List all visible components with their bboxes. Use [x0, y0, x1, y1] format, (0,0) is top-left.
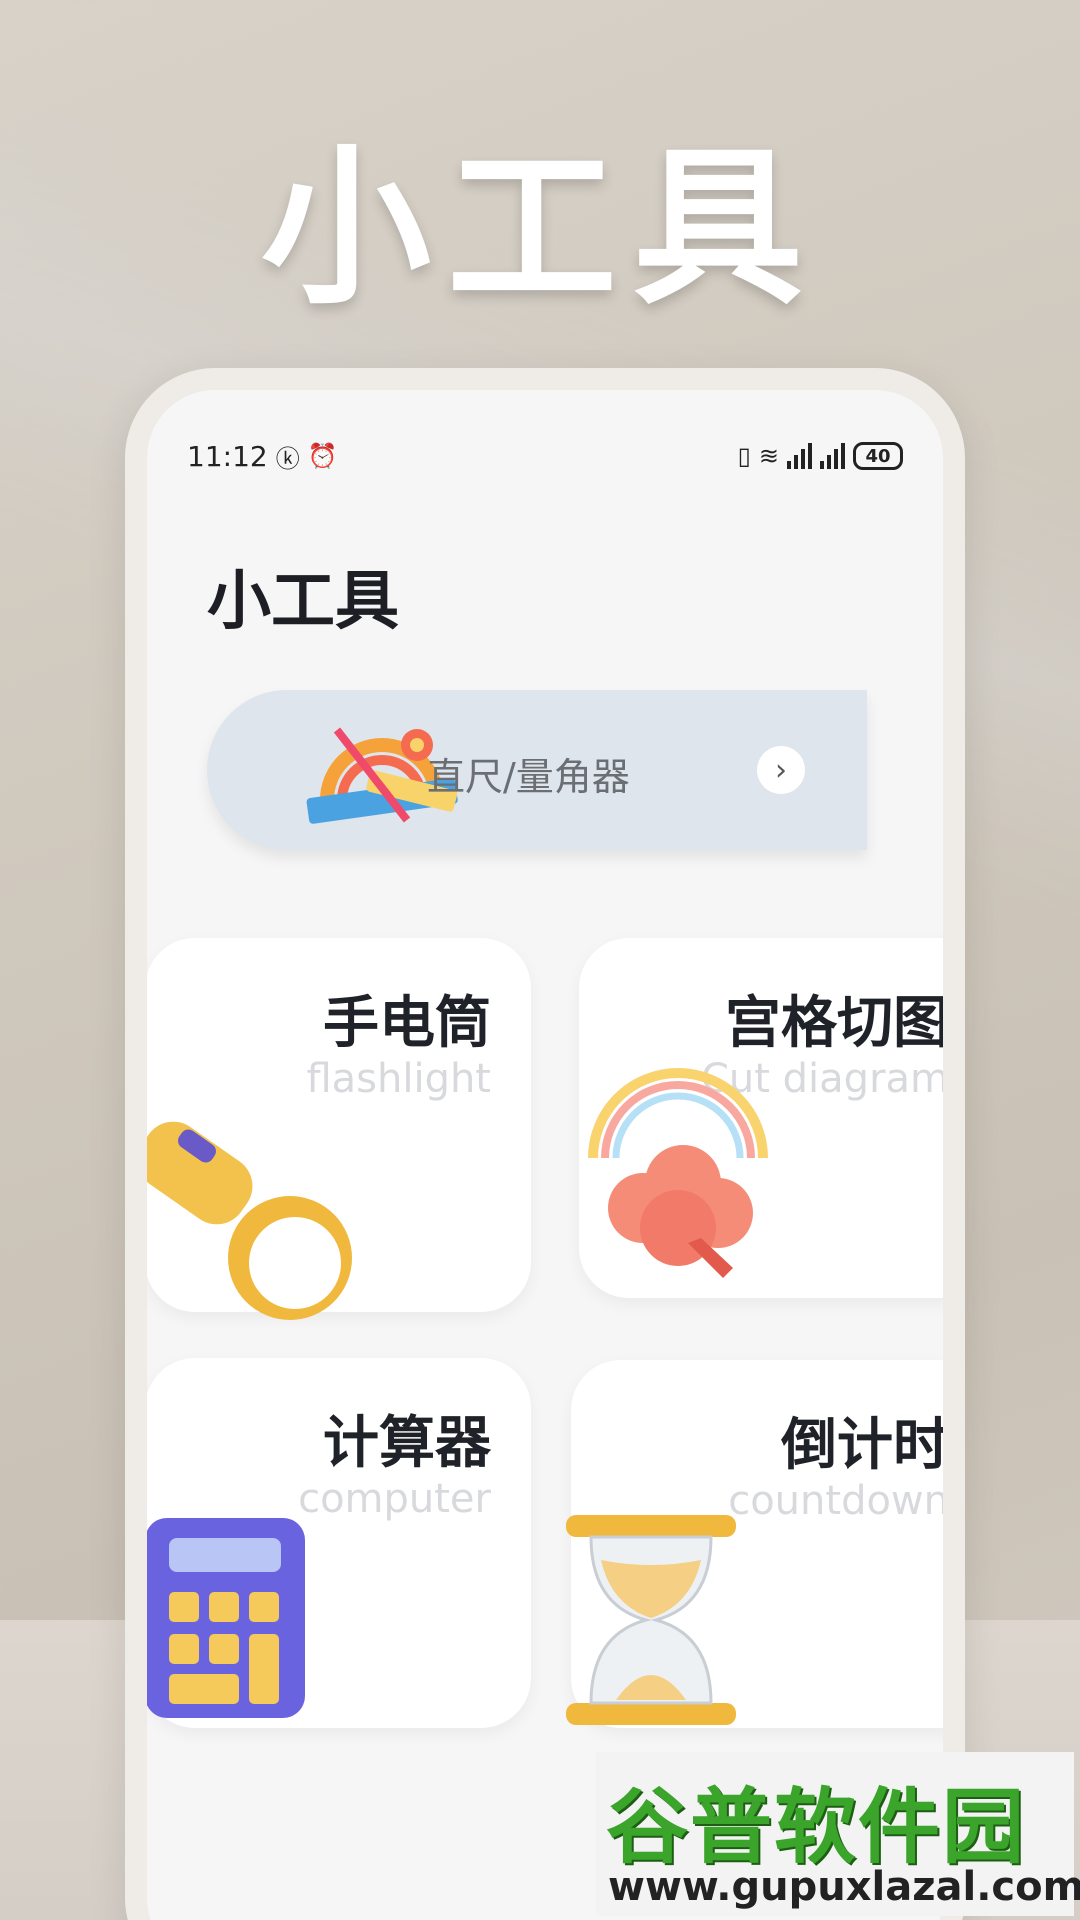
notification-icon: ⓚ — [275, 444, 300, 473]
card-title: 手电筒 — [323, 991, 491, 1056]
watermark-text: 谷普软件园 — [606, 1780, 1027, 1875]
signal-icon-2 — [820, 443, 845, 469]
card-subtitle: computer — [298, 1476, 491, 1522]
calculator-icon — [147, 1518, 305, 1718]
signal-icon — [787, 443, 812, 469]
watermark: 谷普软件园 www.gupuxlazal.com — [596, 1752, 1080, 1916]
card-title: 倒计时 — [781, 1413, 949, 1478]
hero-title: 小工具 — [260, 130, 819, 328]
status-bar: 11:12 ⓚ ⏰ ▯ ≋ 40 — [187, 436, 903, 476]
cloud-rainbow-icon — [588, 1068, 768, 1278]
card-title: 宫格切图 — [725, 991, 949, 1056]
calculator-card[interactable]: 计算器 computer — [147, 1358, 531, 1728]
countdown-card[interactable]: 倒计时 countdown — [566, 1360, 949, 1728]
card-subtitle: flashlight — [306, 1056, 491, 1102]
battery-icon: 40 — [853, 442, 903, 470]
card-title: 计算器 — [323, 1411, 491, 1476]
status-time: 11:12 — [187, 439, 268, 473]
chevron-right-icon[interactable]: › — [757, 746, 805, 794]
page-title: 小工具 — [207, 565, 399, 639]
banner-label: 直尺/量角器 — [427, 755, 630, 799]
ruler-protractor-banner[interactable]: 直尺/量角器 › — [207, 690, 867, 850]
hourglass-icon — [566, 1515, 736, 1725]
flashlight-icon — [147, 1121, 352, 1320]
flashlight-card[interactable]: 手电筒 flashlight — [147, 938, 531, 1320]
cut-diagram-card[interactable]: 宫格切图 Cut diagram — [579, 938, 949, 1298]
alarm-icon: ⏰ — [307, 442, 338, 470]
card-subtitle: countdown — [728, 1478, 949, 1524]
phone-frame: 11:12 ⓚ ⏰ ▯ ≋ 40 小工具 直尺/量角器 › 手电筒 flashl… — [125, 368, 965, 1920]
vibrate-icon: ▯ — [737, 442, 751, 470]
watermark-url: www.gupuxlazal.com — [608, 1864, 1080, 1910]
wifi-icon: ≋ — [758, 442, 779, 470]
